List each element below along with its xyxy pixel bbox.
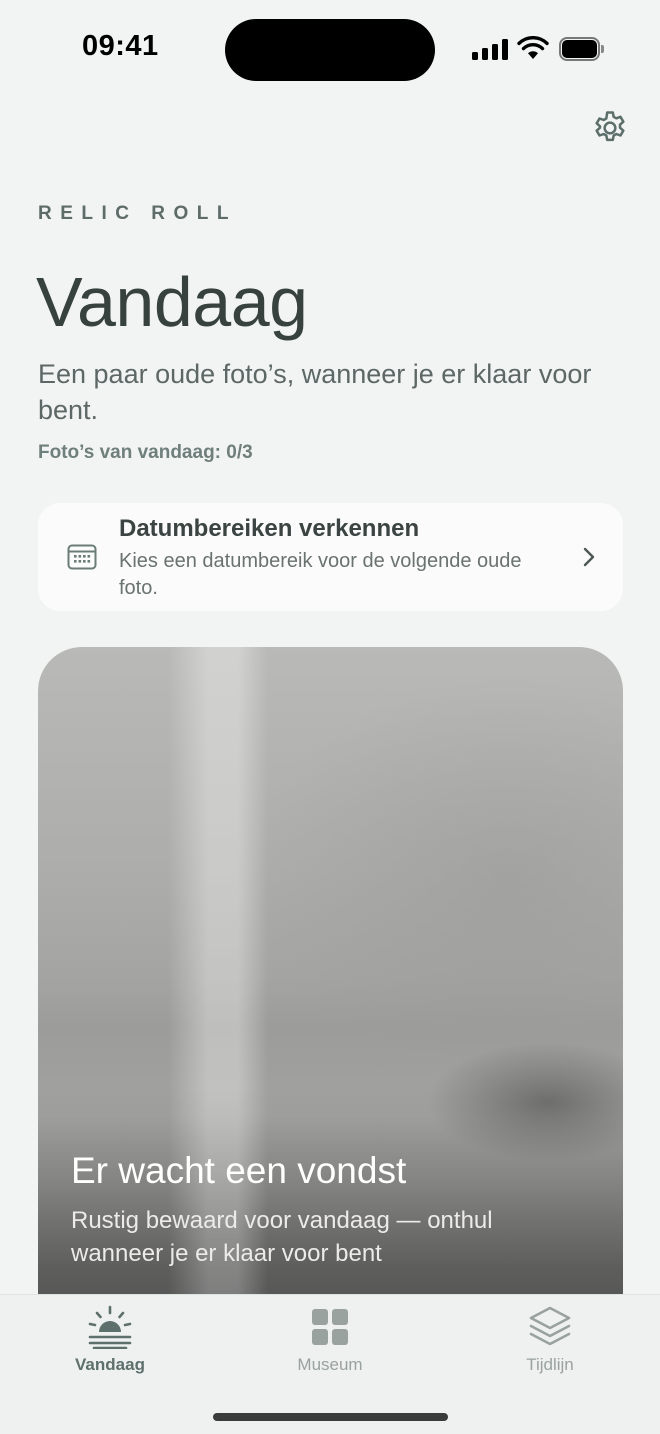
wifi-icon bbox=[517, 36, 549, 59]
grid-icon bbox=[312, 1309, 348, 1345]
photo-card-description: Rustig bewaard voor vandaag — onthul wan… bbox=[71, 1207, 493, 1267]
hidden-photo-card[interactable]: Er wacht een vondst Rustig bewaard voor … bbox=[38, 647, 623, 1347]
chevron-right-icon bbox=[583, 547, 595, 567]
tab-label: Museum bbox=[297, 1355, 363, 1374]
page-title: Vandaag bbox=[36, 263, 308, 341]
tab-vandaag[interactable]: Vandaag bbox=[30, 1303, 190, 1383]
cellular-signal-icon bbox=[472, 38, 508, 60]
layers-icon bbox=[529, 1306, 571, 1346]
explore-card-description: Kies een datumbereik voor de volgende ou… bbox=[119, 550, 522, 599]
gear-icon bbox=[595, 111, 625, 142]
sunrise-icon bbox=[88, 1305, 132, 1349]
tab-label: Vandaag bbox=[75, 1355, 145, 1374]
daily-photo-count: Foto’s van vandaag: 0/3 bbox=[38, 442, 253, 463]
tab-museum[interactable]: Museum bbox=[250, 1303, 410, 1383]
screen: 09:41 RELIC ROLL Vandaag Een paar oude f… bbox=[0, 0, 660, 1434]
page-subtitle: Een paar oude foto’s, wanneer je er klaa… bbox=[38, 359, 592, 425]
explore-card-title: Datumbereiken verkennen bbox=[119, 515, 420, 542]
photo-card-title: Er wacht een vondst bbox=[71, 1150, 407, 1191]
app-brand: RELIC ROLL bbox=[38, 203, 237, 224]
tab-label: Tijdlijn bbox=[526, 1355, 574, 1374]
calendar-icon bbox=[67, 544, 97, 570]
tab-tijdlijn[interactable]: Tijdlijn bbox=[470, 1303, 630, 1383]
battery-icon bbox=[559, 37, 605, 61]
status-time: 09:41 bbox=[82, 30, 159, 62]
dynamic-island bbox=[225, 19, 435, 81]
settings-button[interactable] bbox=[588, 106, 632, 150]
home-indicator bbox=[213, 1413, 448, 1421]
tab-bar: Vandaag Museum Tijdlijn bbox=[0, 1294, 660, 1434]
explore-date-ranges-card[interactable]: Datumbereiken verkennen Kies een datumbe… bbox=[38, 503, 623, 611]
